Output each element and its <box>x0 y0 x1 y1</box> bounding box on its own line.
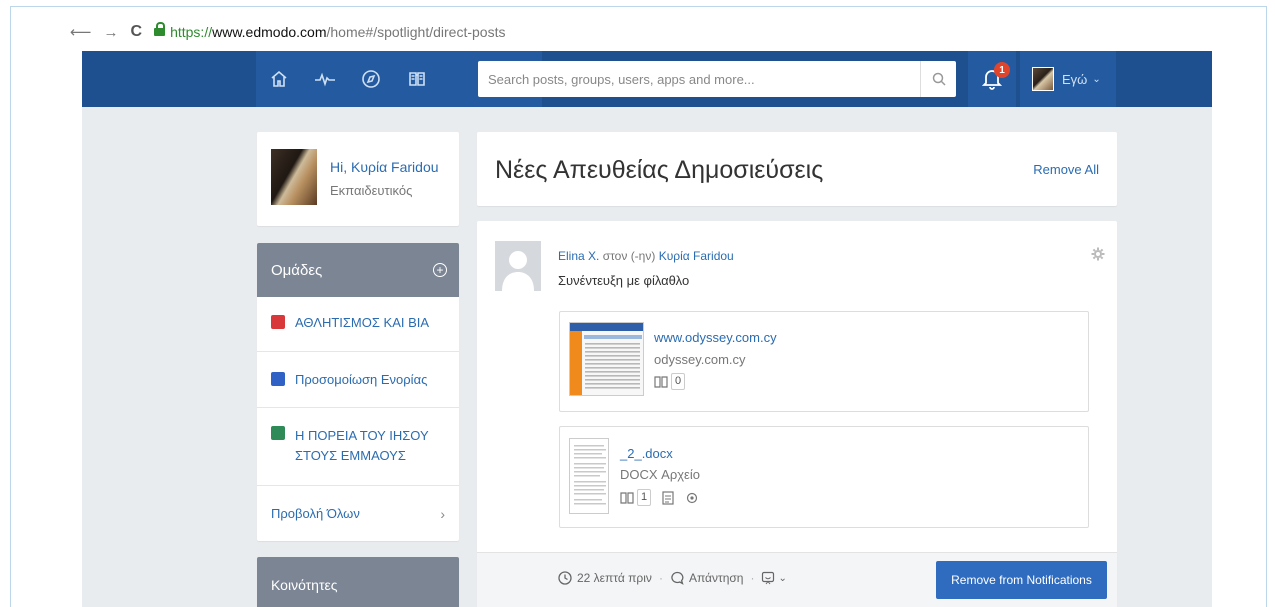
post-card: Elina X. στον (-ην) Κυρία Faridou Συνέντ… <box>477 221 1117 607</box>
home-nav-button[interactable] <box>256 51 302 107</box>
page-title: Νέες Απευθείας Δημοσιεύσεις <box>495 156 824 184</box>
preview-eye-icon[interactable] <box>685 490 699 506</box>
groups-header: Ομάδες + <box>257 243 459 297</box>
search-button[interactable] <box>920 61 956 97</box>
avatar <box>1032 67 1054 91</box>
group-name: ΑΘΛΗΤΙΣΜΟΣ ΚΑΙ ΒΙΑ <box>295 315 430 330</box>
url-host: www.edmodo.com <box>212 24 327 40</box>
group-name-line1: Η ΠΟΡΕΙΑ ΤΟΥ ΙΗΣΟΥ <box>295 428 429 443</box>
user-menu-label: Εγώ <box>1062 71 1088 87</box>
group-color-swatch <box>271 315 285 329</box>
website-preview-image <box>570 323 643 395</box>
post-footer-meta: 22 λεπτά πριν · Απάντηση · ⌄ <box>558 571 787 585</box>
notification-badge: 1 <box>994 62 1010 78</box>
backpack-nav-button[interactable] <box>394 51 440 107</box>
url-path: /home#/spotlight/direct-posts <box>326 24 506 40</box>
clock-icon <box>558 571 572 585</box>
user-menu[interactable]: Εγώ ⌄ <box>1020 51 1116 107</box>
link-domain: odyssey.com.cy <box>654 352 746 367</box>
document-preview-image <box>570 439 608 513</box>
browser-toolbar: ⟵ → C https:// www.edmodo.com /home#/spo… <box>70 17 1212 47</box>
author-avatar[interactable] <box>495 241 541 291</box>
notifications-button[interactable]: 1 <box>968 51 1016 107</box>
link-title[interactable]: www.odyssey.com.cy <box>654 330 777 345</box>
file-tools: 1 <box>620 489 699 506</box>
home-icon <box>271 70 287 87</box>
document-icon[interactable] <box>661 490 675 506</box>
user-placeholder-icon <box>502 251 534 291</box>
reaction-button[interactable]: ⌄ <box>761 571 787 585</box>
add-group-icon[interactable]: + <box>433 263 447 277</box>
communities-title: Κοινότητες <box>271 577 338 593</box>
group-name: Προσομοίωση Ενορίας <box>295 372 428 387</box>
backpack-count: 0 <box>671 373 686 390</box>
profile-greeting[interactable]: Hi, Κυρία Faridou <box>330 159 439 175</box>
url-scheme: https:// <box>170 24 213 40</box>
post-message: Συνέντευξη με φίλαθλο <box>558 273 690 288</box>
view-all-label: Προβολή Όλων <box>271 506 360 521</box>
post-settings-button[interactable] <box>1091 247 1105 264</box>
activity-icon <box>315 72 335 87</box>
page-header-card: Νέες Απευθείας Δημοσιεύσεις Remove All <box>477 132 1117 206</box>
activity-nav-button[interactable] <box>302 51 348 107</box>
reload-icon[interactable]: C <box>131 23 143 41</box>
link-thumbnail[interactable] <box>569 322 644 396</box>
post-footer: 22 λεπτά πριν · Απάντηση · ⌄ Remove from… <box>477 552 1117 607</box>
profile-role: Εκπαιδευτικός <box>330 183 413 198</box>
link-attachment[interactable]: www.odyssey.com.cy odyssey.com.cy 0 <box>559 311 1089 412</box>
post-to-text: στον (-ην) <box>602 249 656 263</box>
view-all-groups-link[interactable]: Προβολή Όλων › <box>257 486 459 541</box>
chevron-down-icon: ⌄ <box>778 572 787 584</box>
file-title[interactable]: _2_.docx <box>620 446 673 461</box>
reply-button[interactable]: Απάντηση <box>670 571 744 585</box>
link-tools: 0 <box>654 373 686 390</box>
profile-photo[interactable] <box>271 149 317 205</box>
app-header: 1 Εγώ ⌄ <box>82 51 1212 107</box>
backpack-count: 1 <box>637 489 652 506</box>
reaction-icon <box>762 571 775 585</box>
discover-icon <box>362 70 380 88</box>
group-color-swatch <box>271 426 285 440</box>
groups-panel: Ομάδες + ΑΘΛΗΤΙΣΜΟΣ ΚΑΙ ΒΙΑ Προσομοίωση … <box>257 243 459 541</box>
file-attachment[interactable]: _2_.docx DOCX Αρχείο 1 <box>559 426 1089 528</box>
profile-card: Hi, Κυρία Faridou Εκπαιδευτικός <box>257 132 459 226</box>
file-type: DOCX Αρχείο <box>620 467 700 482</box>
backpack-icon <box>409 72 425 86</box>
group-item[interactable]: Προσομοίωση Ενορίας <box>257 352 459 408</box>
chevron-down-icon: ⌄ <box>1092 73 1101 85</box>
communities-header[interactable]: Κοινότητες <box>257 557 459 607</box>
group-item[interactable]: ΑΘΛΗΤΙΣΜΟΣ ΚΑΙ ΒΙΑ <box>257 297 459 352</box>
backpack-icon[interactable] <box>620 490 634 506</box>
forward-icon[interactable]: → <box>104 24 119 41</box>
group-name-line2: ΣΤΟΥΣ ΕΜΜΑΟΥΣ <box>295 448 406 463</box>
search-icon <box>932 72 946 86</box>
content-area: Hi, Κυρία Faridou Εκπαιδευτικός Ομάδες +… <box>82 107 1212 607</box>
group-color-swatch <box>271 372 285 386</box>
post-recipient-link[interactable]: Κυρία Faridou <box>659 249 734 263</box>
search-input[interactable] <box>478 71 920 87</box>
group-item[interactable]: Η ΠΟΡΕΙΑ ΤΟΥ ΙΗΣΟΥ ΣΤΟΥΣ ΕΜΜΑΟΥΣ <box>257 408 459 486</box>
remove-from-notifications-button[interactable]: Remove from Notifications <box>936 561 1107 599</box>
post-time: 22 λεπτά πριν <box>577 571 652 585</box>
discover-nav-button[interactable] <box>348 51 394 107</box>
chevron-right-icon: › <box>440 505 445 522</box>
lock-icon <box>154 22 166 39</box>
file-thumbnail[interactable] <box>569 438 609 514</box>
address-bar[interactable]: https:// www.edmodo.com /home#/spotlight… <box>154 22 506 40</box>
backpack-icon[interactable] <box>654 374 668 390</box>
remove-all-link[interactable]: Remove All <box>1033 162 1099 177</box>
back-icon[interactable]: ⟵ <box>70 23 92 41</box>
groups-title: Ομάδες <box>271 261 323 279</box>
search-bar <box>478 61 956 97</box>
post-meta: Elina X. στον (-ην) Κυρία Faridou <box>558 249 734 263</box>
reply-label: Απάντηση <box>688 571 744 585</box>
reply-icon <box>671 571 684 585</box>
gear-icon <box>1091 247 1105 261</box>
post-author-link[interactable]: Elina X. <box>558 249 599 263</box>
